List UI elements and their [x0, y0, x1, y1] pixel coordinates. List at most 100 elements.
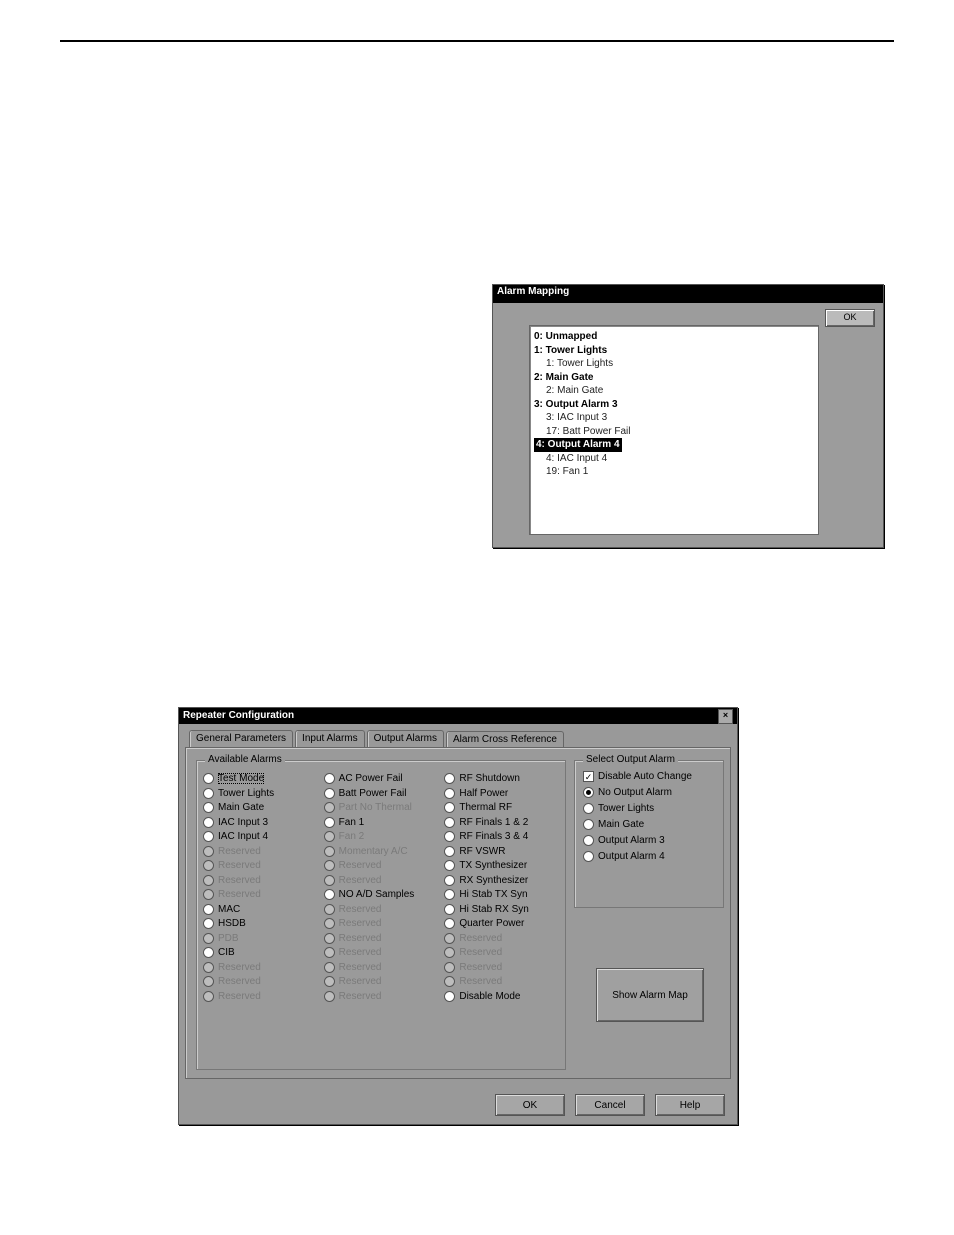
radio-icon	[583, 851, 594, 862]
radio-label: Output Alarm 4	[598, 851, 665, 862]
alarm-radio[interactable]: Thermal RF	[444, 802, 559, 813]
tree-node[interactable]: 2: Main Gate	[534, 371, 814, 385]
disable-auto-checkbox[interactable]: Disable Auto Change	[583, 771, 715, 782]
alarm-radio[interactable]: Quarter Power	[444, 918, 559, 929]
tab-output-alarms[interactable]: Output Alarms	[367, 730, 444, 747]
alarm-radio: Reserved	[324, 918, 439, 929]
radio-label: RF Shutdown	[459, 773, 520, 784]
alarm-radio: Reserved	[324, 860, 439, 871]
alarm-radio: Reserved	[203, 889, 318, 900]
radio-icon	[203, 918, 214, 929]
radio-label: Reserved	[218, 962, 261, 973]
tree-child[interactable]: 19: Fan 1	[534, 465, 814, 479]
radio-icon	[583, 819, 594, 830]
alarm-radio[interactable]: Tower Lights	[203, 788, 318, 799]
help-button[interactable]: Help	[655, 1094, 725, 1116]
tab-input-alarms[interactable]: Input Alarms	[295, 730, 365, 747]
alarm-tree[interactable]: 0: Unmapped 1: Tower Lights 1: Tower Lig…	[529, 325, 819, 535]
alarm-radio: Fan 2	[324, 831, 439, 842]
radio-icon	[444, 889, 455, 900]
tree-node[interactable]: 3: Output Alarm 3	[534, 398, 814, 412]
alarm-radio: Part No Thermal	[324, 802, 439, 813]
radio-label: Reserved	[218, 846, 261, 857]
radio-label: Batt Power Fail	[339, 788, 407, 799]
alarm-radio[interactable]: TX Synthesizer	[444, 860, 559, 871]
radio-label: Tower Lights	[598, 803, 654, 814]
tree-child[interactable]: 17: Batt Power Fail	[534, 425, 814, 439]
radio-icon	[583, 803, 594, 814]
alarm-radio[interactable]: RF Shutdown	[444, 773, 559, 784]
alarm-radio[interactable]: RF Finals 3 & 4	[444, 831, 559, 842]
tree-node-selected[interactable]: 4: Output Alarm 4	[534, 438, 622, 452]
radio-icon	[324, 788, 335, 799]
tree-node[interactable]: 1: Tower Lights	[534, 344, 814, 358]
alarm-radio[interactable]: Half Power	[444, 788, 559, 799]
show-alarm-map-button[interactable]: Show Alarm Map	[596, 968, 704, 1022]
radio-icon	[324, 904, 335, 915]
radio-icon	[444, 846, 455, 857]
alarm-col-2: AC Power Fail Batt Power Fail Part No Ther…	[324, 773, 439, 1002]
alarm-radio[interactable]: IAC Input 4	[203, 831, 318, 842]
alarm-radio[interactable]: HSDB	[203, 918, 318, 929]
tree-child[interactable]: 2: Main Gate	[534, 384, 814, 398]
radio-icon	[444, 918, 455, 929]
dialog-title: Repeater Configuration ×	[179, 708, 737, 724]
alarm-radio[interactable]: Fan 1	[324, 817, 439, 828]
radio-label: Reserved	[218, 976, 261, 987]
page-rule	[60, 40, 894, 42]
alarm-radio: Reserved	[444, 962, 559, 973]
alarm-radio[interactable]: Disable Mode	[444, 991, 559, 1002]
tree-node[interactable]: 0: Unmapped	[534, 330, 814, 344]
radio-icon	[444, 875, 455, 886]
radio-icon	[203, 860, 214, 871]
radio-label: Thermal RF	[459, 802, 512, 813]
radio-label: Reserved	[218, 991, 261, 1002]
radio-label: Half Power	[459, 788, 508, 799]
radio-icon	[324, 962, 335, 973]
radio-main-gate[interactable]: Main Gate	[583, 819, 715, 830]
ok-button[interactable]: OK	[825, 309, 875, 327]
button-row: OK Cancel Help	[495, 1094, 725, 1116]
radio-icon	[203, 831, 214, 842]
alarm-radio[interactable]: Hi Stab RX Syn	[444, 904, 559, 915]
radio-icon	[324, 889, 335, 900]
alarm-radio[interactable]: RX Synthesizer	[444, 875, 559, 886]
alarm-radio[interactable]: Test Mode	[203, 773, 318, 784]
alarm-radio[interactable]: NO A/D Samples	[324, 889, 439, 900]
radio-icon	[203, 962, 214, 973]
radio-icon	[203, 991, 214, 1002]
radio-no-output[interactable]: No Output Alarm	[583, 787, 715, 798]
tree-child[interactable]: 1: Tower Lights	[534, 357, 814, 371]
alarm-radio[interactable]: RF VSWR	[444, 846, 559, 857]
radio-label: Test Mode	[218, 773, 264, 784]
radio-label: Reserved	[459, 947, 502, 958]
radio-icon	[444, 817, 455, 828]
alarm-radio: Reserved	[203, 976, 318, 987]
tree-child[interactable]: 3: IAC Input 3	[534, 411, 814, 425]
alarm-radio[interactable]: CIB	[203, 947, 318, 958]
group-legend: Select Output Alarm	[583, 754, 678, 765]
alarm-radio: Reserved	[444, 976, 559, 987]
alarm-radio[interactable]: RF Finals 1 & 2	[444, 817, 559, 828]
cancel-button[interactable]: Cancel	[575, 1094, 645, 1116]
alarm-radio[interactable]: Main Gate	[203, 802, 318, 813]
radio-output-3[interactable]: Output Alarm 3	[583, 835, 715, 846]
radio-label: IAC Input 3	[218, 817, 268, 828]
alarm-radio[interactable]: IAC Input 3	[203, 817, 318, 828]
alarm-radio[interactable]: AC Power Fail	[324, 773, 439, 784]
radio-icon	[324, 875, 335, 886]
tab-cross-ref[interactable]: Alarm Cross Reference	[446, 731, 564, 748]
radio-output-4[interactable]: Output Alarm 4	[583, 851, 715, 862]
alarm-radio[interactable]: MAC	[203, 904, 318, 915]
radio-tower-lights[interactable]: Tower Lights	[583, 803, 715, 814]
radio-icon	[203, 773, 214, 784]
radio-icon	[324, 976, 335, 987]
close-icon[interactable]: ×	[718, 709, 733, 724]
alarm-radio[interactable]: Hi Stab TX Syn	[444, 889, 559, 900]
ok-button[interactable]: OK	[495, 1094, 565, 1116]
tab-general[interactable]: General Parameters	[189, 730, 293, 747]
tree-child[interactable]: 4: IAC Input 4	[534, 452, 814, 466]
alarm-radio[interactable]: Batt Power Fail	[324, 788, 439, 799]
radio-label: Reserved	[459, 933, 502, 944]
radio-icon	[583, 835, 594, 846]
